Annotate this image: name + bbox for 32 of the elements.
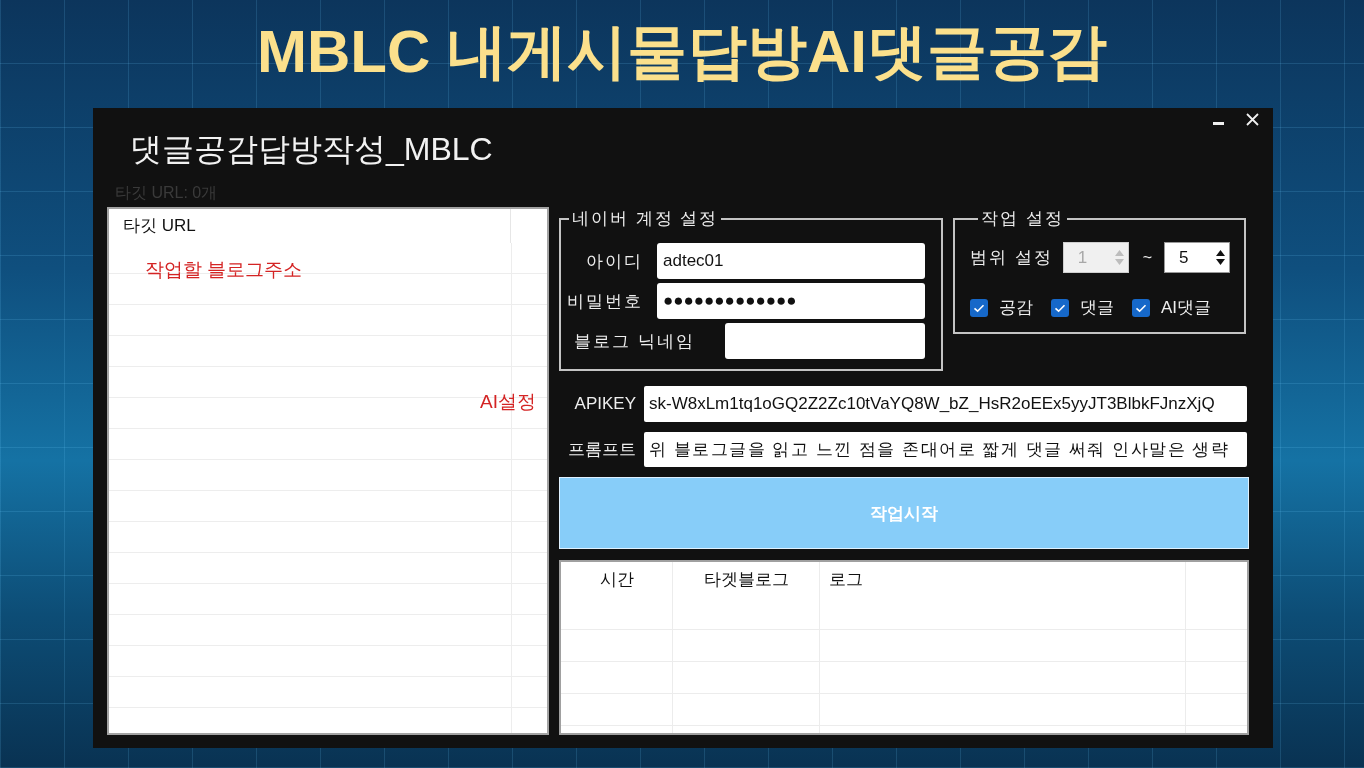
- checkbox[interactable]: [1051, 298, 1069, 317]
- checkbox[interactable]: [970, 298, 988, 317]
- checkbox-label[interactable]: AI댓글: [1161, 296, 1212, 319]
- checkbox[interactable]: [1132, 298, 1150, 317]
- field-label: APIKEY: [573, 394, 637, 414]
- annotation-text: AI설정: [480, 390, 536, 414]
- field-label: 범위 설정: [970, 247, 1053, 269]
- checkbox-label[interactable]: 공감: [999, 296, 1033, 319]
- text-field[interactable]: 위 블로그글을 읽고 느낀 점을 존대어로 짧게 댓글 써줘 인사말은 생략: [644, 432, 1247, 467]
- caret-up-icon[interactable]: [1216, 250, 1226, 256]
- column-header: 타겟블로그: [673, 562, 820, 598]
- field-label: 블로그 닉네임: [574, 330, 695, 353]
- window-title: 댓글공감답방작성_MBLC: [129, 130, 493, 169]
- caret-down-icon[interactable]: [1216, 259, 1226, 265]
- field-label: 프롬프트: [567, 439, 637, 461]
- group-title: 네이버 계정 설정: [571, 208, 720, 230]
- number-spinner[interactable]: 5: [1164, 242, 1231, 273]
- text-field[interactable]: ●●●●●●●●●●●●●: [657, 283, 925, 319]
- banner-title: MBLC 내게시물답방AI댓글공감: [257, 16, 1107, 87]
- group-title: 작업 설정: [980, 208, 1065, 230]
- column-header: 시간: [561, 562, 673, 598]
- field-label: 비밀번호: [567, 290, 643, 313]
- range-separator: ~: [1142, 248, 1153, 267]
- column-header: 타깃 URL: [109, 209, 511, 243]
- field-label: 아이디: [586, 250, 643, 273]
- text-field[interactable]: adtec01: [657, 243, 925, 279]
- text-field[interactable]: sk-W8xLm1tq1oGQ2Z2Zc10tVaYQ8W_bZ_HsR2oEEx5yyJT3BlbkFJnzXjQ: [644, 386, 1247, 422]
- close-icon[interactable]: [1246, 113, 1259, 126]
- column-header: 로그: [820, 562, 1186, 598]
- annotation-text: 작업할 블로그주소: [145, 258, 303, 282]
- text-field[interactable]: [725, 323, 925, 359]
- checkbox-label[interactable]: 댓글: [1080, 296, 1114, 319]
